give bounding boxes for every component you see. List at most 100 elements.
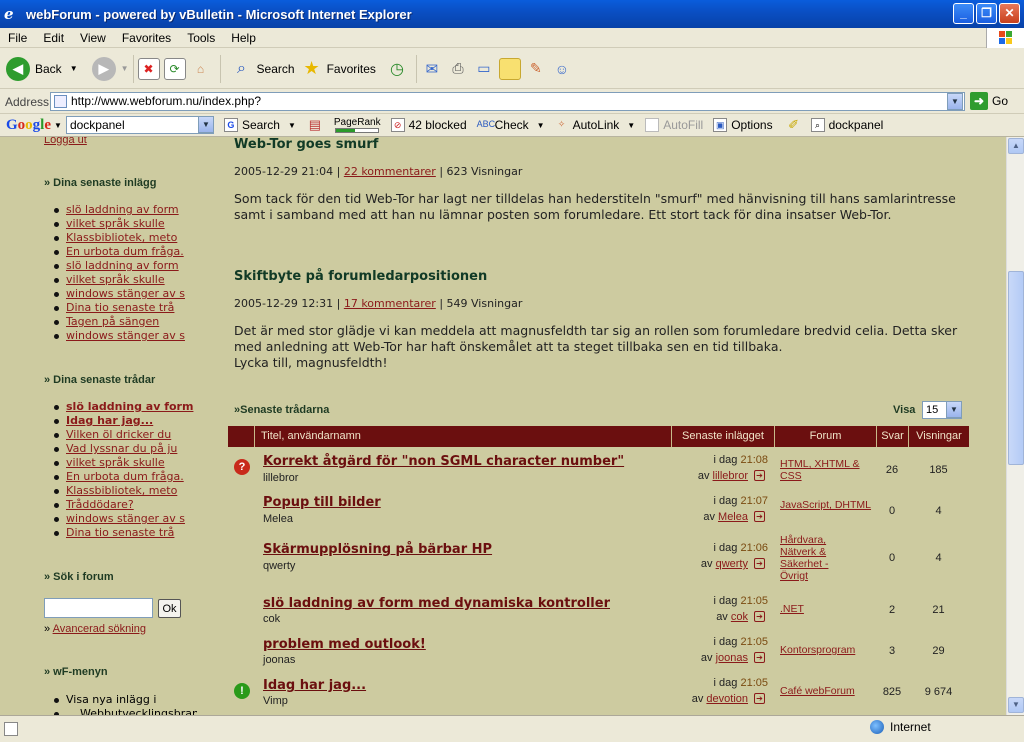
highlighter-icon[interactable]: ✐ bbox=[783, 114, 805, 136]
news-title[interactable]: Web-Tor goes smurf bbox=[234, 137, 378, 152]
google-logo[interactable]: Google bbox=[6, 117, 51, 134]
list-item[interactable]: Tagen på sängen bbox=[52, 315, 197, 329]
go-to-last-post-icon[interactable]: ➔ bbox=[754, 558, 765, 569]
list-item[interactable]: Idag har jag... bbox=[52, 414, 197, 428]
go-to-last-post-icon[interactable]: ➔ bbox=[754, 611, 765, 622]
list-item[interactable]: En urbota dum fråga. bbox=[52, 245, 197, 259]
header-views[interactable]: Visningar bbox=[908, 426, 969, 447]
thread-title-link[interactable]: problem med outlook! bbox=[263, 637, 426, 652]
go-button[interactable]: ➜ Go bbox=[970, 92, 1008, 110]
address-input[interactable]: http://www.webforum.nu/index.php? bbox=[50, 92, 965, 111]
advanced-search-link[interactable]: Avancerad sökning bbox=[53, 623, 146, 635]
visa-select[interactable]: 15 ▼ bbox=[922, 401, 962, 419]
back-button[interactable]: ◀ Back ▼ bbox=[6, 56, 78, 81]
forum-link[interactable]: HTML, XHTML & CSS bbox=[780, 458, 875, 482]
list-item[interactable]: slö laddning av form bbox=[52, 259, 197, 273]
stop-icon[interactable]: ✖ bbox=[137, 57, 160, 80]
research-icon[interactable]: ✎ bbox=[525, 58, 547, 80]
thread-title-link[interactable]: Popup till bilder bbox=[263, 495, 381, 510]
note-icon[interactable] bbox=[498, 57, 521, 80]
go-to-last-post-icon[interactable]: ➔ bbox=[754, 511, 765, 522]
last-poster-link[interactable]: Melea bbox=[718, 511, 748, 523]
autofill-button[interactable]: AutoFill bbox=[645, 118, 703, 132]
comments-link[interactable]: 17 kommentarer bbox=[344, 297, 436, 310]
spell-check-button[interactable]: ABC Check ▼ bbox=[477, 118, 545, 132]
logout-link[interactable]: Logga ut bbox=[44, 137, 87, 146]
menu-tools[interactable]: Tools bbox=[179, 31, 223, 45]
last-poster-link[interactable]: cok bbox=[731, 611, 748, 623]
comments-link[interactable]: 22 kommentarer bbox=[344, 165, 436, 178]
chevron-down-icon[interactable]: ▼ bbox=[70, 64, 78, 73]
header-forum[interactable]: Forum bbox=[774, 426, 876, 447]
list-item[interactable]: Dina tio senaste trå bbox=[52, 301, 197, 315]
menu-file[interactable]: File bbox=[0, 31, 35, 45]
refresh-icon[interactable]: ⟳ bbox=[163, 57, 186, 80]
list-item[interactable]: Vad lyssnar du på ju bbox=[52, 442, 197, 456]
google-search-input[interactable]: dockpanel ▼ bbox=[65, 116, 214, 134]
print-icon[interactable]: ⎙ bbox=[447, 58, 469, 80]
history-icon[interactable]: ◷ bbox=[386, 58, 408, 80]
restore-button[interactable]: ❐ bbox=[976, 3, 997, 24]
scroll-thumb[interactable] bbox=[1008, 271, 1024, 465]
list-item[interactable]: windows stänger av s bbox=[52, 329, 197, 343]
list-item[interactable]: Visa nya inlägg i bbox=[52, 693, 197, 707]
list-item[interactable]: vilket språk skulle bbox=[52, 217, 197, 231]
forward-button[interactable]: ▶ ▼ bbox=[84, 56, 129, 81]
forum-link[interactable]: JavaScript, DHTML bbox=[780, 499, 875, 511]
close-button[interactable]: ✕ bbox=[999, 3, 1020, 24]
list-item[interactable]: windows stänger av s bbox=[52, 287, 197, 301]
thread-title-link[interactable]: Idag har jag... bbox=[263, 678, 366, 693]
list-item[interactable]: slö laddning av form bbox=[52, 203, 197, 217]
favorites-button[interactable]: ★ Favorites bbox=[301, 58, 375, 80]
header-last-post[interactable]: Senaste inlägget bbox=[671, 426, 774, 447]
list-item[interactable]: Dina tio senaste trå bbox=[52, 526, 197, 540]
popup-blocker-button[interactable]: ⊘ 42 blocked bbox=[390, 118, 467, 132]
chevron-down-icon[interactable]: ▼ bbox=[54, 121, 62, 130]
list-item[interactable]: windows stänger av s bbox=[52, 512, 197, 526]
search-button[interactable]: ⌕ Search bbox=[231, 58, 295, 80]
forum-link[interactable]: Kontorsprogram bbox=[780, 644, 875, 656]
last-poster-link[interactable]: devotion bbox=[706, 693, 748, 705]
list-item[interactable]: En urbota dum fråga. bbox=[52, 470, 197, 484]
go-to-last-post-icon[interactable]: ➔ bbox=[754, 693, 765, 704]
list-item[interactable]: Webbutvecklingsbranschen bbox=[52, 707, 197, 715]
scroll-down-button[interactable]: ▼ bbox=[1008, 697, 1024, 713]
last-poster-link[interactable]: lillebror bbox=[713, 470, 748, 482]
thread-title-link[interactable]: Korrekt åtgärd för "non SGML character n… bbox=[263, 454, 624, 469]
list-item[interactable]: Klassbibliotek, meto bbox=[52, 231, 197, 245]
menu-edit[interactable]: Edit bbox=[35, 31, 72, 45]
visa-dropdown-button[interactable]: ▼ bbox=[946, 401, 962, 418]
mail-icon[interactable]: ✉ bbox=[421, 58, 443, 80]
list-item[interactable]: Vilken öl dricker du bbox=[52, 428, 197, 442]
news-title[interactable]: Skiftbyte på forumledarpositionen bbox=[234, 269, 487, 284]
list-item[interactable]: slö laddning av form bbox=[52, 400, 197, 414]
thread-title-link[interactable]: slö laddning av form med dynamiska kontr… bbox=[263, 596, 610, 611]
home-icon[interactable]: ⌂ bbox=[190, 58, 212, 80]
highlight-term-button[interactable]: ⌕ dockpanel bbox=[810, 118, 883, 132]
list-item[interactable]: Klassbibliotek, meto bbox=[52, 484, 197, 498]
list-item[interactable]: Tråddödare? bbox=[52, 498, 197, 512]
forum-search-ok-button[interactable]: Ok bbox=[158, 599, 181, 618]
news-icon[interactable]: ▤ bbox=[304, 114, 326, 136]
google-search-button[interactable]: G Search ▼ bbox=[223, 118, 296, 132]
address-dropdown-button[interactable]: ▼ bbox=[947, 93, 963, 110]
autolink-button[interactable]: ✧ AutoLink ▼ bbox=[555, 118, 635, 132]
header-title[interactable]: Titel, användarnamn bbox=[254, 426, 671, 447]
go-to-last-post-icon[interactable]: ➔ bbox=[754, 470, 765, 481]
messenger-icon[interactable]: ☺ bbox=[551, 58, 573, 80]
minimize-button[interactable]: _ bbox=[953, 3, 974, 24]
go-to-last-post-icon[interactable]: ➔ bbox=[754, 652, 765, 663]
options-button[interactable]: ▣ Options bbox=[713, 118, 773, 132]
list-item[interactable]: vilket språk skulle bbox=[52, 273, 197, 287]
last-poster-link[interactable]: joonas bbox=[716, 652, 748, 664]
menu-view[interactable]: View bbox=[72, 31, 114, 45]
chevron-down-icon[interactable]: ▼ bbox=[121, 64, 129, 73]
edit-icon[interactable]: ▭ bbox=[473, 58, 495, 80]
forum-link[interactable]: Hårdvara, Nätverk & Säkerhet - Övrigt bbox=[780, 534, 850, 582]
forum-link[interactable]: .NET bbox=[780, 603, 875, 615]
forum-search-input[interactable] bbox=[44, 598, 153, 618]
last-poster-link[interactable]: qwerty bbox=[716, 558, 748, 570]
pagerank-indicator[interactable]: PageRank bbox=[334, 117, 381, 133]
forum-link[interactable]: Café webForum bbox=[780, 685, 875, 697]
thread-title-link[interactable]: Skärmupplösning på bärbar HP bbox=[263, 542, 492, 557]
